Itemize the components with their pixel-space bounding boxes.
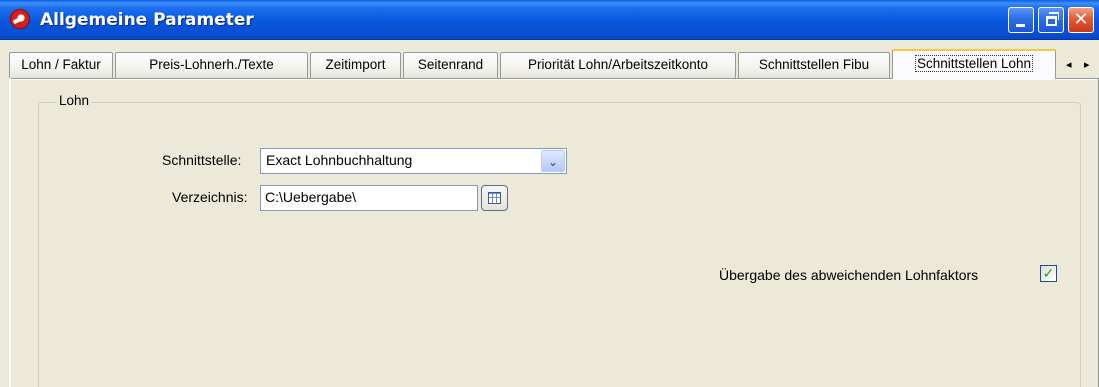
tab-label: Seitenrand <box>417 57 484 72</box>
tab-label: Preis-Lohnerh./Texte <box>149 57 274 72</box>
close-button[interactable]: ✕ <box>1068 7 1094 33</box>
tab-label: Zeitimport <box>325 57 386 72</box>
tab-preis-lohnerhoehung-texte[interactable]: Preis-Lohnerh./Texte <box>115 52 308 78</box>
checkmark-icon: ✓ <box>1042 265 1055 281</box>
minimize-button[interactable] <box>1008 7 1034 33</box>
tab-seitenrand[interactable]: Seitenrand <box>403 52 498 78</box>
schnittstelle-value: Exact Lohnbuchhaltung <box>266 152 413 168</box>
close-icon: ✕ <box>1073 9 1089 30</box>
restore-button[interactable] <box>1038 7 1064 33</box>
tab-strip: Lohn / Faktur Preis-Lohnerh./Texte Zeiti… <box>0 49 1099 79</box>
window-title: Allgemeine Parameter <box>40 10 254 30</box>
restore-icon <box>1046 16 1057 26</box>
tab-zeitimport[interactable]: Zeitimport <box>310 52 401 78</box>
tab-scroll-right-icon[interactable]: ▸ <box>1084 52 1090 78</box>
schnittstelle-dropdown[interactable]: Exact Lohnbuchhaltung ⌄ <box>260 148 567 174</box>
tab-scroll-arrows: ◂ ▸ <box>1057 52 1099 78</box>
tab-label: Priorität Lohn/Arbeitszeitkonto <box>527 57 709 72</box>
groupbox-title: Lohn <box>57 93 92 108</box>
chevron-down-icon: ⌄ <box>547 155 559 169</box>
folder-browse-icon <box>488 192 501 204</box>
verzeichnis-input[interactable]: C:\Uebergabe\ <box>260 185 478 211</box>
verzeichnis-value: C:\Uebergabe\ <box>265 189 357 205</box>
minimize-icon <box>1016 24 1025 27</box>
tab-schnittstellen-lohn[interactable]: Schnittstellen Lohn <box>892 49 1056 79</box>
tab-label: Schnittstellen Fibu <box>758 57 870 72</box>
tab-schnittstellen-fibu[interactable]: Schnittstellen Fibu <box>738 52 890 78</box>
lohnfaktor-checkbox[interactable]: ✓ <box>1040 265 1057 282</box>
browse-directory-button[interactable] <box>481 185 508 211</box>
tab-scroll-left-icon[interactable]: ◂ <box>1066 52 1072 78</box>
verzeichnis-label: Verzeichnis: <box>172 189 248 205</box>
tab-lohn-faktur[interactable]: Lohn / Faktur <box>9 52 113 78</box>
tab-label: Schnittstellen Lohn <box>914 55 1034 72</box>
schnittstelle-label: Schnittstelle: <box>162 152 242 168</box>
app-logo-icon[interactable] <box>10 9 30 29</box>
tab-label: Lohn / Faktur <box>21 57 101 72</box>
panel-highlight-top <box>10 79 1097 80</box>
tab-prioritaet-lohn-arbeitszeitkonto[interactable]: Priorität Lohn/Arbeitszeitkonto <box>500 52 736 78</box>
title-bar[interactable]: Allgemeine Parameter ✕ <box>0 0 1099 40</box>
lohnfaktor-checkbox-label: Übergabe des abweichenden Lohnfaktors <box>719 267 979 283</box>
dropdown-button[interactable]: ⌄ <box>541 150 565 172</box>
panel-highlight <box>9 78 11 387</box>
lohn-groupbox <box>38 102 1081 387</box>
